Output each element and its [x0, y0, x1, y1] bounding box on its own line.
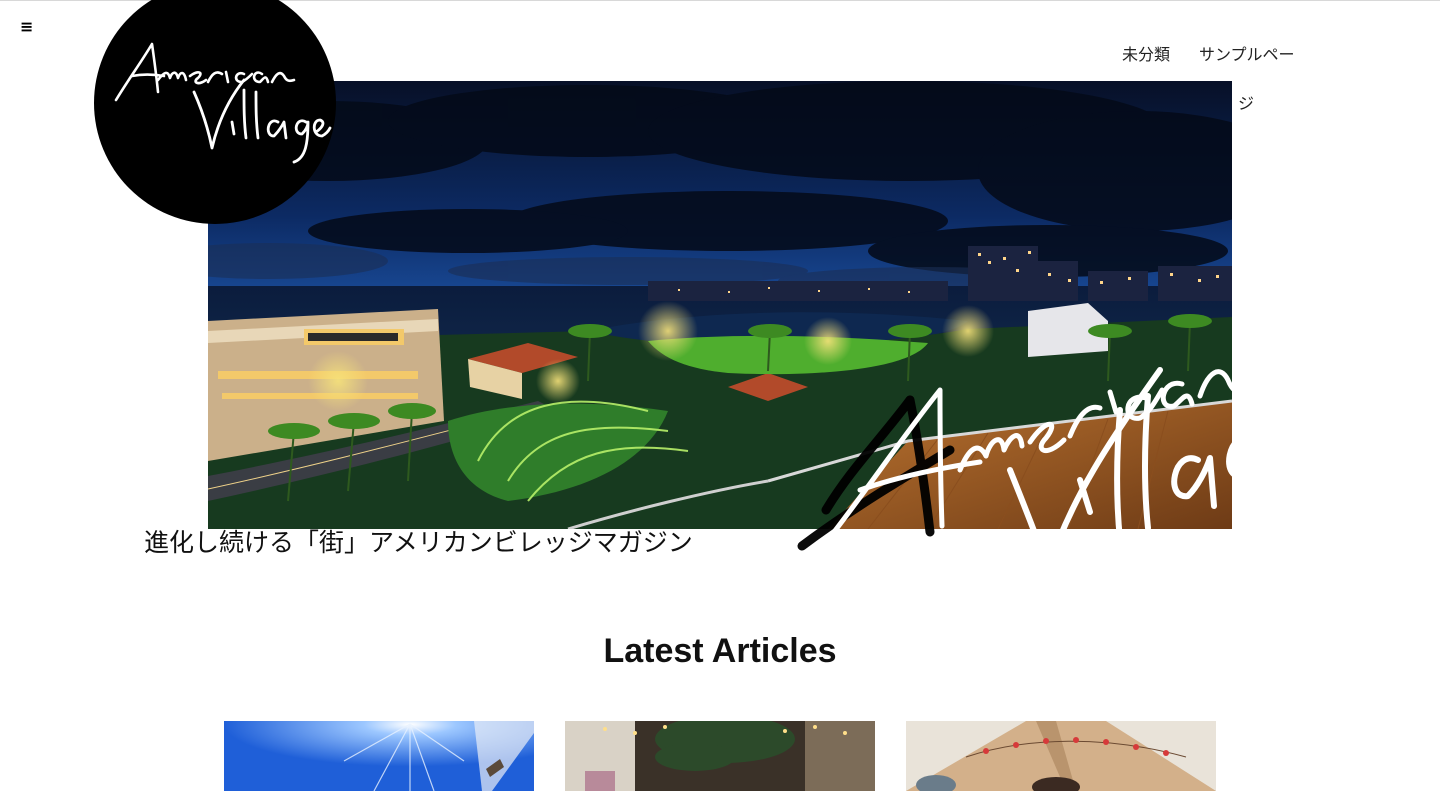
- hamburger-menu-icon[interactable]: ≡: [20, 17, 36, 37]
- site-tagline: 進化し続ける「街」アメリカンビレッジマガジン: [144, 528, 693, 557]
- tent-string-lights-image: [906, 721, 1216, 791]
- nav-item-uncategorized[interactable]: 未分類: [1122, 44, 1170, 66]
- cafe-interior-image: [565, 721, 875, 791]
- article-card[interactable]: [565, 721, 875, 791]
- nav-item-sample-page-wrap[interactable]: ジ: [1238, 93, 1254, 115]
- latest-articles-title: Latest Articles: [603, 632, 837, 670]
- site-logo[interactable]: [94, 0, 336, 224]
- page: ≡ 未分類 サンプルペー ジ 進化し続ける「街」アメリカンビレッジマガジン La…: [0, 0, 1440, 791]
- blue-sky-sun-image: [224, 721, 534, 791]
- article-card[interactable]: [906, 721, 1216, 791]
- logo-script-icon: [114, 42, 332, 164]
- night-cityscape-image: [208, 81, 1232, 529]
- article-card[interactable]: [224, 721, 534, 791]
- hero-image: [208, 81, 1232, 529]
- nav-item-sample-page[interactable]: サンプルペー: [1199, 44, 1295, 66]
